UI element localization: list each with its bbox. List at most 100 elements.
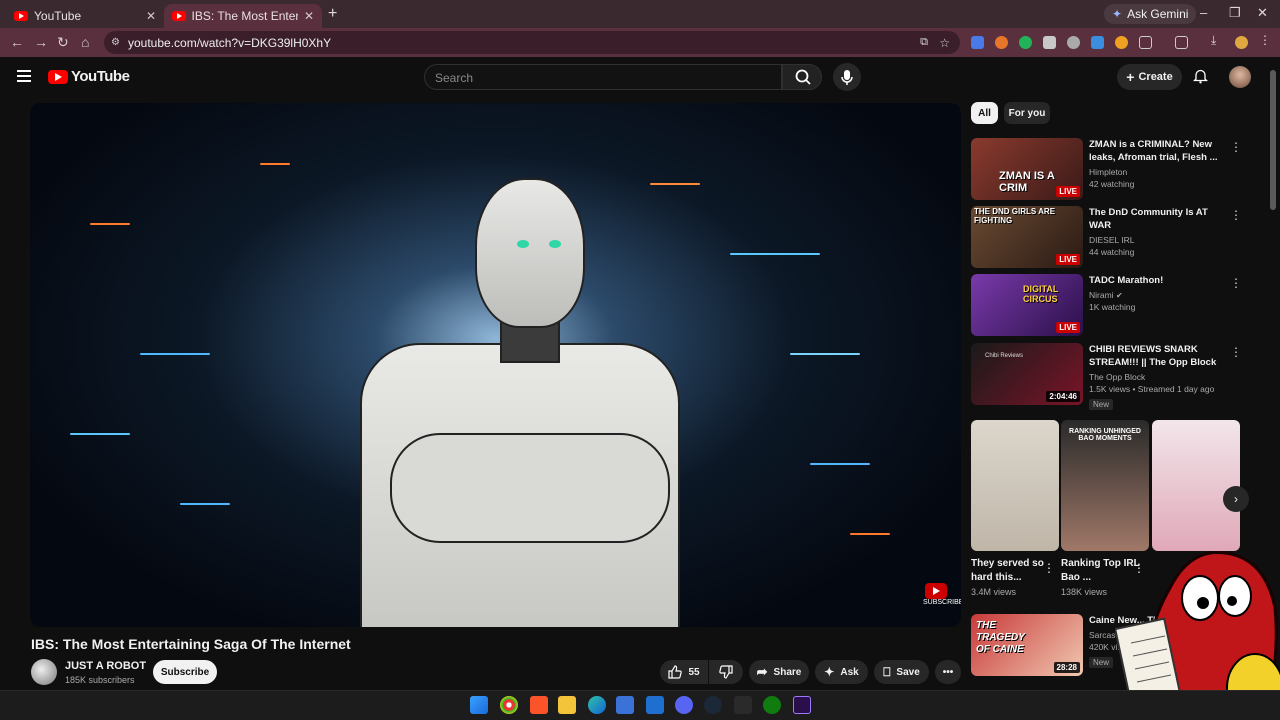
windows-start-icon[interactable]	[470, 696, 488, 714]
more-horizontal-icon: •••	[942, 666, 954, 678]
chip-for-you[interactable]: For you	[1004, 102, 1050, 124]
account-avatar[interactable]	[1229, 66, 1251, 88]
dislike-button[interactable]	[709, 660, 743, 684]
extension-icon[interactable]	[1091, 36, 1104, 49]
video-thumbnail[interactable]: DIGITAL CIRCUS LIVE	[971, 274, 1083, 336]
browser-menu-icon[interactable]: ⋮	[1259, 33, 1272, 47]
search-input[interactable]: Search	[424, 64, 782, 90]
recommendation-title[interactable]: CHIBI REVIEWS SNARK STREAM!!! || The Opp…	[1089, 343, 1225, 369]
reload-icon[interactable]: ↻	[57, 34, 69, 51]
recommendation-item[interactable]: THE DND GIRLS ARE FIGHTING LIVE The DnD …	[971, 206, 1242, 268]
video-player[interactable]: SUBSCRIBE	[30, 103, 961, 627]
recommendation-channel[interactable]: Himpleton	[1089, 167, 1225, 177]
camera-extension-icon[interactable]	[1067, 36, 1080, 49]
epic-games-icon[interactable]	[734, 696, 752, 714]
store-icon[interactable]	[616, 696, 634, 714]
cast-icon[interactable]: ⧉	[920, 36, 928, 49]
premiere-pro-icon[interactable]	[793, 696, 811, 714]
brave-icon[interactable]	[530, 696, 548, 714]
recommendation-item[interactable]: DIGITAL CIRCUS LIVE TADC Marathon! Niram…	[971, 274, 1242, 336]
video-frame	[70, 433, 130, 435]
extension-icon[interactable]	[1115, 36, 1128, 49]
site-info-icon[interactable]: ⚙	[111, 37, 120, 48]
edge-icon[interactable]	[588, 696, 606, 714]
video-thumbnail[interactable]: ZMAN IS A CRIM LIVE	[971, 138, 1083, 200]
minimize-icon[interactable]: –	[1200, 5, 1207, 20]
subscribe-button[interactable]: Subscribe	[153, 660, 217, 684]
channel-avatar[interactable]	[31, 659, 57, 685]
recommendation-channel[interactable]: The Opp Block	[1089, 372, 1225, 382]
sidebar-toggle-icon[interactable]	[1175, 36, 1188, 49]
chevron-right-icon[interactable]: ›	[1223, 486, 1249, 512]
recommendation-channel[interactable]: DIESEL IRL	[1089, 235, 1225, 245]
tab-youtube[interactable]: YouTube ✕	[6, 4, 164, 28]
grammarly-icon[interactable]	[1019, 36, 1032, 49]
recommendation-item[interactable]: Chibi Reviews 2:04:46 CHIBI REVIEWS SNAR…	[971, 343, 1242, 410]
address-bar[interactable]: ⚙ youtube.com/watch?v=DKG39lH0XhY ⧉ ☆	[104, 31, 960, 54]
save-label: Save	[896, 666, 920, 678]
youtube-favicon-icon	[14, 11, 28, 21]
discord-icon[interactable]	[675, 696, 693, 714]
mail-icon[interactable]	[646, 696, 664, 714]
search-button[interactable]	[782, 64, 822, 90]
extension-icon[interactable]	[1043, 36, 1056, 49]
chip-all[interactable]: All	[971, 102, 998, 124]
subscribe-watermark[interactable]: SUBSCRIBE	[923, 583, 961, 606]
recommendation-item[interactable]: ZMAN IS A CRIM LIVE ZMAN is a CRIMINAL? …	[971, 138, 1242, 200]
home-icon[interactable]: ⌂	[81, 34, 89, 50]
channel-name[interactable]: JUST A ROBOT	[65, 660, 146, 672]
more-vertical-icon[interactable]: ⋮	[1230, 208, 1242, 222]
recommendation-meta: 1.5K views • Streamed 1 day ago	[1089, 384, 1215, 394]
youtube-logo[interactable]: YouTube	[48, 68, 130, 85]
share-button[interactable]: ➦ Share	[749, 660, 809, 684]
video-frame	[730, 253, 820, 255]
new-badge: New	[1089, 657, 1114, 668]
close-tab-icon[interactable]: ✕	[304, 9, 314, 23]
watermark-label: SUBSCRIBE	[923, 599, 961, 606]
video-frame	[180, 503, 230, 505]
file-explorer-icon[interactable]	[558, 696, 576, 714]
forward-icon[interactable]: →	[34, 34, 48, 50]
video-thumbnail[interactable]: THE TRAGEDY OF CAINE 28:28	[971, 614, 1083, 676]
more-actions-button[interactable]: •••	[935, 660, 961, 684]
robot-character	[390, 433, 670, 543]
video-thumbnail[interactable]: THE DND GIRLS ARE FIGHTING LIVE	[971, 206, 1083, 268]
ask-button[interactable]: ✦ Ask	[815, 660, 868, 684]
extension-icon[interactable]	[995, 36, 1008, 49]
close-tab-icon[interactable]: ✕	[146, 9, 156, 23]
steam-icon[interactable]	[704, 696, 722, 714]
more-vertical-icon[interactable]: ⋮	[1230, 345, 1242, 359]
xbox-icon[interactable]	[763, 696, 781, 714]
profile-avatar-icon[interactable]	[1235, 36, 1248, 49]
voice-search-button[interactable]	[833, 63, 861, 91]
translate-extension-icon[interactable]	[971, 36, 984, 49]
back-icon[interactable]: ←	[10, 34, 24, 50]
like-button[interactable]: 55	[660, 660, 708, 684]
new-tab-icon[interactable]: +	[328, 5, 337, 23]
sparkle-icon: ✦	[824, 665, 835, 679]
recommendation-title[interactable]: TADC Marathon!	[1089, 274, 1225, 287]
maximize-icon[interactable]: ❐	[1229, 5, 1241, 21]
save-button[interactable]: ⎕ Save	[874, 660, 929, 684]
more-vertical-icon[interactable]: ⋮	[1230, 276, 1242, 290]
chrome-icon[interactable]	[500, 696, 518, 714]
page-scrollbar[interactable]	[1270, 70, 1276, 210]
recommendation-title[interactable]: ZMAN is a CRIMINAL? New leaks, Afroman t…	[1089, 138, 1225, 164]
recommendation-channel[interactable]: Nirami ✔	[1089, 290, 1225, 300]
tab-video[interactable]: IBS: The Most Entertaining Saga ✕	[164, 4, 322, 28]
thumbnail-text: DIGITAL CIRCUS	[1023, 284, 1059, 304]
like-count: 55	[688, 666, 700, 678]
short-thumbnail[interactable]	[971, 420, 1059, 551]
download-icon[interactable]: ⤓	[1211, 33, 1224, 47]
more-vertical-icon[interactable]: ⋮	[1230, 140, 1242, 154]
ask-gemini-button[interactable]: ✦ Ask Gemini	[1104, 4, 1197, 24]
more-vertical-icon[interactable]: ⋮	[1043, 561, 1055, 575]
bookmark-star-icon[interactable]: ☆	[939, 36, 950, 50]
extensions-puzzle-icon[interactable]	[1139, 36, 1152, 49]
recommendation-title[interactable]: The DnD Community Is AT WAR	[1089, 206, 1225, 232]
video-thumbnail[interactable]: Chibi Reviews 2:04:46	[971, 343, 1083, 405]
notifications-bell-icon[interactable]	[1193, 68, 1208, 84]
menu-hamburger-icon[interactable]	[17, 70, 31, 82]
close-window-icon[interactable]: ✕	[1257, 5, 1268, 21]
create-button[interactable]: + Create	[1117, 64, 1182, 90]
